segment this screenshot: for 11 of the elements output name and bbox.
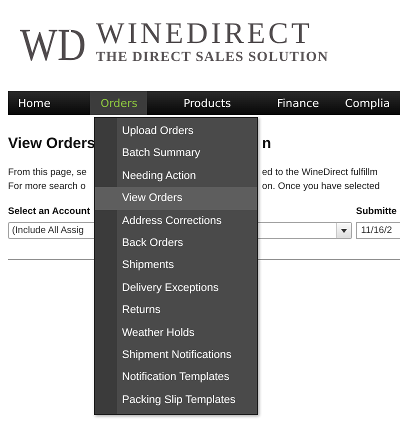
intro-text: on. Once you have selected xyxy=(262,180,381,194)
intro-text: ed to the WineDirect fulfillm xyxy=(262,166,379,180)
intro-text: For more search o xyxy=(8,180,87,194)
brand-name: WINEDIRECT xyxy=(96,18,314,50)
logo-mark: WD xyxy=(20,20,88,64)
page-title: n xyxy=(262,135,272,152)
field-label: Select an Account xyxy=(8,206,90,217)
field-label: Submitte xyxy=(356,206,398,217)
brand-tagline: THE DIRECT SALES SOLUTION xyxy=(96,50,329,66)
page-title: View Orders xyxy=(8,135,96,152)
intro-text: From this page, se xyxy=(8,166,88,180)
